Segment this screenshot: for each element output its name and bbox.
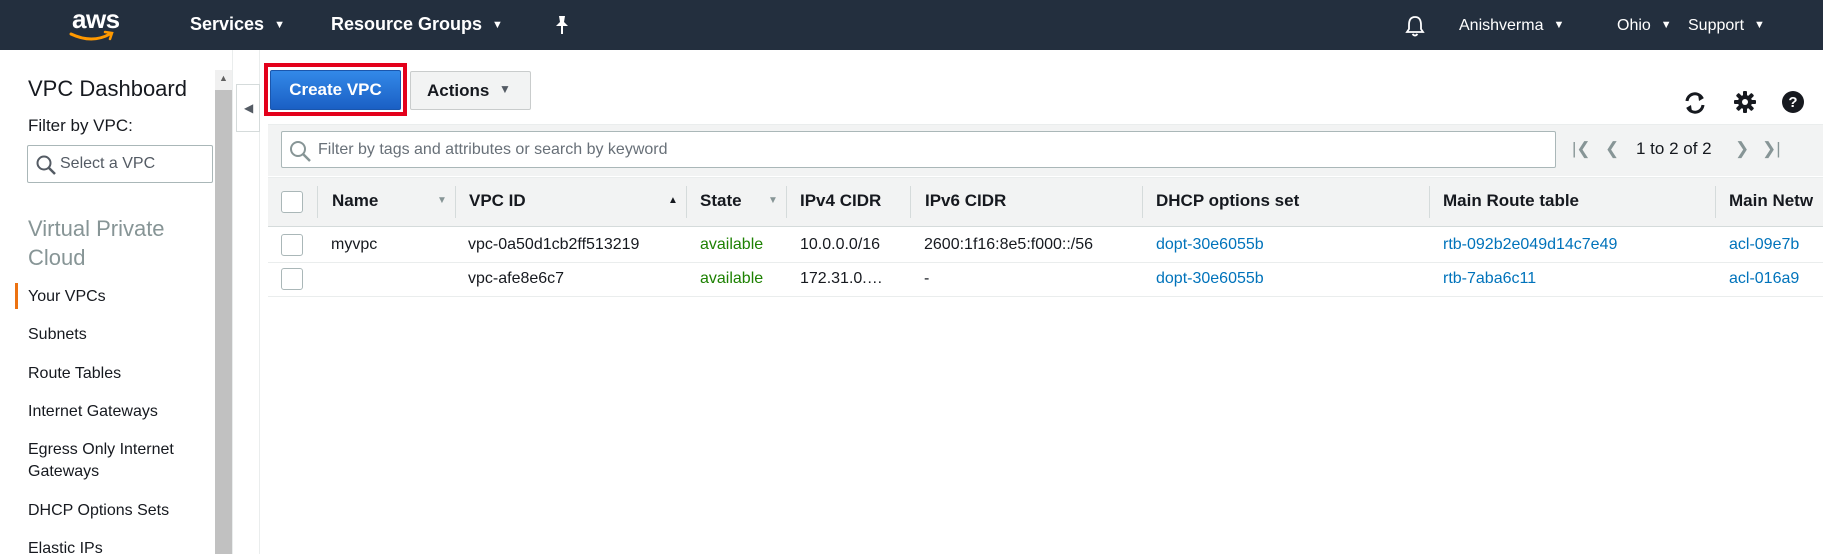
row-checkbox[interactable]: [281, 268, 303, 290]
cell-ipv4-cidr: 10.0.0.0/16: [800, 236, 881, 253]
cell-state: available: [700, 236, 764, 253]
cell-route-table-link[interactable]: rtb-092b2e049d14c7e49: [1443, 236, 1617, 254]
vpc-dashboard-link[interactable]: VPC Dashboard: [28, 76, 187, 102]
aws-logo[interactable]: aws: [68, 4, 130, 44]
sidebar-item-dhcp-options-sets[interactable]: DHCP Options Sets: [28, 500, 198, 522]
sidebar-item-subnets[interactable]: Subnets: [28, 324, 198, 346]
svg-text:?: ?: [1788, 94, 1797, 111]
column-separator: [455, 186, 456, 218]
column-separator: [1715, 186, 1716, 218]
row-divider: [268, 296, 1823, 297]
vpc-select[interactable]: Select a VPC: [27, 145, 213, 183]
cell-ipv4-cidr: 172.31.0.…: [800, 270, 883, 287]
vpc-select-placeholder: Select a VPC: [60, 155, 156, 172]
cell-name: myvpc: [331, 236, 378, 253]
column-header-ipv6-cidr[interactable]: IPv6 CIDR: [925, 191, 1006, 211]
notifications-bell-icon[interactable]: [1404, 14, 1426, 38]
last-page-icon[interactable]: ❯|: [1762, 139, 1781, 159]
refresh-icon[interactable]: [1682, 90, 1708, 116]
column-separator: [786, 186, 787, 218]
column-separator: [1142, 186, 1143, 218]
sort-icon[interactable]: ▼: [437, 195, 447, 206]
filter-by-vpc-label: Filter by VPC:: [28, 116, 133, 135]
chevron-down-icon: ▼: [1754, 19, 1765, 31]
scroll-up-button[interactable]: ▲: [215, 70, 232, 90]
resource-groups-label: Resource Groups: [331, 14, 483, 34]
column-header-name[interactable]: Name: [332, 191, 378, 211]
next-page-icon[interactable]: ❯: [1735, 139, 1749, 159]
cell-dhcp-options-link[interactable]: dopt-30e6055b: [1156, 270, 1264, 288]
services-menu[interactable]: Services ▼: [190, 14, 285, 35]
user-name: Anishverma: [1459, 17, 1544, 34]
cell-route-table-link[interactable]: rtb-7aba6c11: [1443, 270, 1536, 288]
cell-vpc-id: vpc-0a50d1cb2ff513219: [468, 236, 640, 253]
pagination-text: 1 to 2 of 2: [1636, 139, 1712, 158]
scroll-up-arrow-icon: ▲: [219, 73, 228, 83]
search-input[interactable]: [318, 138, 1538, 162]
row-checkbox[interactable]: [281, 234, 303, 256]
search-icon: [290, 141, 311, 162]
column-header-state[interactable]: State: [700, 191, 742, 211]
collapse-sidebar-button[interactable]: ◀: [236, 84, 260, 132]
help-icon[interactable]: ?: [1781, 90, 1805, 114]
sidebar: VPC Dashboard Filter by VPC: Select a VP…: [0, 50, 215, 557]
cell-ipv6-cidr: -: [924, 270, 930, 287]
cell-state: available: [700, 270, 764, 287]
virtual-private-cloud-heading: Virtual Private Cloud: [28, 216, 165, 270]
column-header-ipv4-cidr[interactable]: IPv4 CIDR: [800, 191, 881, 211]
services-label: Services: [190, 14, 265, 34]
chevron-down-icon: ▼: [492, 19, 503, 31]
sidebar-item-egress-only-internet-gateways[interactable]: Egress Only Internet Gateways: [28, 439, 198, 483]
search-field[interactable]: [281, 131, 1556, 168]
region-menu[interactable]: Ohio ▼: [1617, 17, 1672, 35]
cell-ipv6-cidr: 2600:1f16:8e5:f000::/56: [924, 236, 1094, 253]
chevron-left-icon: ◀: [244, 101, 254, 115]
sidebar-item-elastic-ips[interactable]: Elastic IPs: [28, 538, 198, 560]
column-header-main-route-table[interactable]: Main Route table: [1443, 191, 1579, 211]
actions-label: Actions: [427, 81, 490, 100]
column-separator: [686, 186, 687, 218]
resource-groups-menu[interactable]: Resource Groups ▼: [331, 14, 503, 35]
actions-button[interactable]: Actions ▼: [410, 71, 531, 110]
support-menu[interactable]: Support ▼: [1688, 17, 1765, 35]
cell-network-acl-link[interactable]: acl-09e7b: [1729, 236, 1823, 254]
top-navigation-bar: aws Services ▼ Resource Groups ▼ Anishverm…: [0, 0, 1823, 50]
sort-icon[interactable]: ▼: [768, 195, 778, 206]
chevron-down-icon: ▼: [499, 82, 511, 96]
create-vpc-button[interactable]: Create VPC: [270, 70, 401, 110]
sidebar-scrollbar[interactable]: [215, 70, 232, 554]
settings-gear-icon[interactable]: [1733, 90, 1757, 114]
first-page-icon[interactable]: |❮: [1572, 139, 1591, 159]
search-icon: [36, 155, 56, 175]
chevron-down-icon: ▼: [1660, 19, 1672, 31]
column-header-vpc-id[interactable]: VPC ID: [469, 191, 526, 211]
pin-icon[interactable]: [552, 14, 572, 36]
sidebar-item-internet-gateways[interactable]: Internet Gateways: [28, 401, 198, 423]
sort-ascending-icon[interactable]: ▲: [668, 195, 678, 206]
cell-dhcp-options-link[interactable]: dopt-30e6055b: [1156, 236, 1264, 254]
previous-page-icon[interactable]: ❮: [1605, 139, 1619, 159]
column-separator: [910, 186, 911, 218]
sidebar-item-your-vpcs[interactable]: Your VPCs: [28, 286, 198, 308]
aws-smile-icon: [69, 30, 114, 41]
cell-vpc-id: vpc-afe8e6c7: [468, 270, 565, 287]
region-label: Ohio: [1617, 17, 1651, 34]
column-header-main-network-acl[interactable]: Main Netw: [1729, 191, 1823, 211]
active-item-indicator: [15, 283, 18, 309]
chevron-down-icon: ▼: [274, 19, 285, 31]
support-label: Support: [1688, 17, 1745, 34]
column-separator: [317, 186, 318, 218]
user-menu[interactable]: Anishverma ▼: [1459, 17, 1564, 35]
select-all-checkbox[interactable]: [281, 191, 303, 213]
sidebar-item-route-tables[interactable]: Route Tables: [28, 363, 198, 385]
column-header-dhcp-options-set[interactable]: DHCP options set: [1156, 191, 1299, 211]
column-separator: [1429, 186, 1430, 218]
chevron-down-icon: ▼: [1553, 19, 1565, 31]
row-divider: [268, 262, 1823, 263]
cell-network-acl-link[interactable]: acl-016a9: [1729, 270, 1823, 288]
